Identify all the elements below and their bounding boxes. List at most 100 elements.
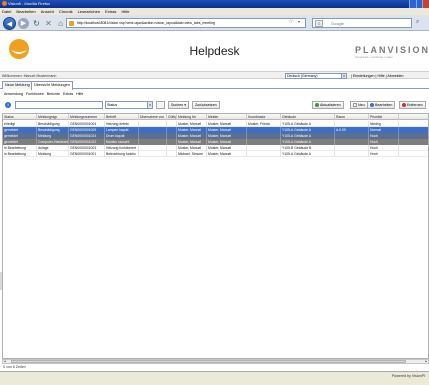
menu-lesezeichen[interactable]: Lesezeichen [78,8,100,15]
col-header-room[interactable]: Raum [335,114,369,120]
window-title: Visionfi - Mozilla Firefox [8,1,51,6]
cell-type: Meldung [37,151,69,157]
cell-for: Michael, Simone [177,151,207,157]
col-header-for[interactable]: Meldung für [177,114,207,120]
search-icon[interactable]: ⌕ [416,19,419,26]
firefox-icon [2,1,7,7]
cell-room [335,151,369,157]
filter-input[interactable] [15,101,103,109]
table-row[interactable]: in Bearbeitung Meldung GEN0000001001 Beleuc… [3,151,428,157]
welcome-text: Willkommen: Manuel Mustermann [2,74,57,78]
browser-navbar: ◀ ▶ ↻ ✕ ⌂ http://localhost:8081/vision.v… [0,15,429,31]
close-window-button[interactable] [422,0,429,8]
refresh-icon [315,102,319,107]
language-value: Deutsch (Germany) [287,74,318,78]
window-controls [409,0,429,8]
site-favicon-icon [69,21,74,26]
refresh-label: Aktualisieren [320,103,341,107]
menu-funktionen[interactable]: Funktionen [26,92,44,96]
col-header-valid[interactable]: Gültig bis [167,114,177,120]
chevron-down-icon[interactable]: ▾ [341,74,346,78]
scroll-right-icon[interactable]: ▸ [425,359,427,363]
col-header-type[interactable]: Meldungstyp [37,114,69,120]
app-menu: Anwendung Funktionen Berichte Extras Hil… [4,92,83,96]
menu-datei[interactable]: Datei [2,8,11,15]
delete-label: Entfernen [407,103,423,107]
back-button[interactable]: ◀ [3,17,16,30]
search-engine-icon[interactable]: G [315,20,323,27]
scroll-thumb[interactable] [11,360,406,363]
brand-logo: PLANVISION [355,45,429,55]
menu-bearbeiten[interactable]: Bearbeiten [16,8,35,15]
menu-hilfe[interactable]: Hilfe [121,8,129,15]
brand-tagline: integrated • solutions • value [355,55,393,59]
search-box[interactable]: G Google [312,18,412,28]
tab-neue-meldung[interactable]: Neue Meldung [2,81,33,89]
menu-berichte[interactable]: Berichte [47,92,60,96]
col-header-takeover[interactable]: Übernahme von [139,114,167,120]
edit-icon [370,102,374,107]
col-header-reporter[interactable]: Melder [207,114,247,120]
browser-menubar: Datei Bearbeiten Ansicht Chronik Lesezei… [0,8,429,15]
row-count: 0 von 6 Zeilen [3,365,26,369]
refresh-button[interactable]: Aktualisieren [312,101,344,109]
menu-app-hilfe[interactable]: Hilfe [76,92,83,96]
col-header-coordinator[interactable]: Koordinator [247,114,281,120]
menu-anwendung[interactable]: Anwendung [4,92,23,96]
cell-takeover [139,151,167,157]
home-icon[interactable]: ⌂ [55,18,66,29]
maximize-button[interactable] [415,0,423,8]
status-select[interactable]: Status ▾ [105,101,153,109]
cell-valid [167,151,177,157]
tab-strip: Neue Meldung Übersicht Meldungen [0,80,429,90]
chevron-down-icon[interactable]: ▾ [147,102,152,108]
clear-filter-button[interactable] [156,101,165,109]
cell-coordinator [247,151,281,157]
top-links[interactable]: | Einstellungen | Hilfe | Abmelden [351,73,404,79]
reload-icon[interactable]: ↻ [31,18,42,29]
bookmark-star-icon[interactable]: ☆ [288,18,293,25]
stop-icon[interactable]: ✕ [43,18,54,29]
cell-building: Y105-A Gebäude A [281,151,335,157]
reset-button[interactable]: Zurücksetzen [192,101,220,109]
forward-button[interactable]: ▶ [18,18,29,29]
col-header-building[interactable]: Gebäude [281,114,335,120]
col-header-status[interactable]: Status [3,114,37,120]
info-bar: Willkommen: Manuel Mustermann Deutsch (G… [0,71,429,79]
powered-by: Powered by VisionPI [391,374,425,378]
cell-subject: Beleuchtung funktio [105,151,139,157]
scroll-left-icon[interactable]: ◂ [4,359,6,363]
delete-button[interactable]: Entfernen [399,101,426,109]
new-document-icon [353,102,357,107]
minimize-button[interactable] [409,0,416,8]
cell-priority: Hoch [369,151,399,157]
grid-toolbar: i Status ▾ Suchen ▾ Zurücksetzen Aktuali… [2,100,429,110]
url-dropdown-icon[interactable]: ▾ [298,19,300,24]
menu-extras[interactable]: Extras [105,8,116,15]
cell-number: GEN0000001001 [69,151,105,157]
new-button[interactable]: Neu [350,101,368,109]
menu-chronik[interactable]: Chronik [59,8,73,15]
menu-app-extras[interactable]: Extras [63,92,73,96]
edit-button[interactable]: Bearbeiten [367,101,396,109]
tab-uebersicht-meldungen[interactable]: Übersicht Meldungen [31,81,73,90]
browser-statusbar: Powered by VisionPI [0,371,429,385]
grid-header-row: Status Meldungstyp Meldungsnummer Betref… [3,114,428,120]
address-bar[interactable]: http://localhost:8081/vision.vsp?cmd=aja… [66,18,306,28]
cell-reporter: Muster, Manuel [207,151,247,157]
col-header-priority[interactable]: Priorität [369,114,399,120]
info-icon[interactable]: i [5,102,11,108]
search-placeholder: Google [331,21,344,26]
search-button[interactable]: Suchen ▾ [168,101,190,109]
delete-icon [402,102,406,107]
window-titlebar: Visionfi - Mozilla Firefox [0,0,429,8]
language-select[interactable]: Deutsch (Germany) ▾ [285,73,347,79]
col-header-subject[interactable]: Betreff [105,114,139,120]
search-button-label: Suchen [171,103,184,107]
splitter-handle[interactable] [0,272,2,290]
menu-ansicht[interactable]: Ansicht [41,8,54,15]
status-select-value: Status [107,103,118,107]
horizontal-scrollbar[interactable]: ◂ ▸ [2,359,429,364]
col-header-number[interactable]: Meldungsnummer [69,114,105,120]
cell-status: in Bearbeitung [3,151,37,157]
